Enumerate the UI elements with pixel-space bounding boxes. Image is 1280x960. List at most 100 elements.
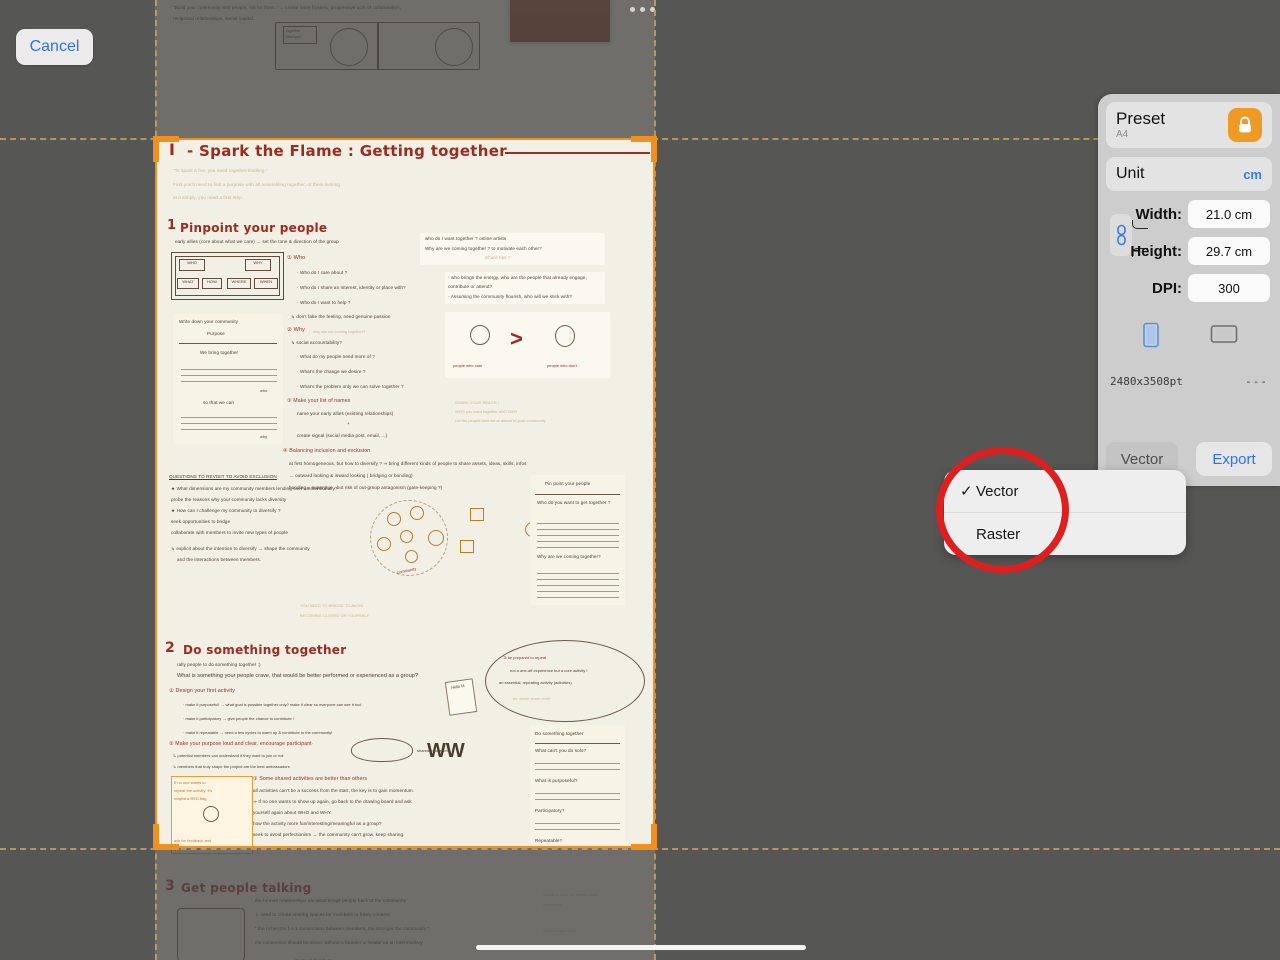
activity-card-q3: Participatory? [535, 808, 565, 813]
more-horizontal-icon[interactable] [630, 7, 655, 12]
doc-top-body-2: “Build your community with people, not f… [173, 5, 402, 10]
unit-value[interactable]: cm [1243, 167, 1262, 182]
section-1-lead: early allies (core about what we care) →… [175, 239, 339, 244]
export-button[interactable]: Export [1196, 442, 1272, 476]
section-3-step-title: Get people talking [181, 881, 312, 895]
portrait-orientation-icon[interactable] [1140, 322, 1162, 353]
lock-button[interactable] [1228, 108, 1262, 142]
section-3-step-number: 3 [165, 878, 176, 894]
pinpoint-card-lines-1 [537, 518, 619, 548]
purpose-tag-1: who [260, 388, 268, 393]
format-dropdown-menu[interactable]: ✓ Vector Raster [944, 470, 1186, 555]
where-cell: WHERE [227, 278, 251, 289]
q2-note: ↳ social accountability? [291, 340, 342, 345]
q3-plus: + [347, 421, 350, 426]
height-input[interactable]: 29.7 cm [1188, 237, 1270, 265]
bread-drawing [351, 738, 413, 762]
bubble-line-2: an essential, repeating activity (activi… [499, 680, 572, 685]
question-3: seek opportunities to bridge [171, 519, 231, 524]
q1-item-0: · Who do I care about ? [297, 270, 348, 275]
document-page[interactable]: Why build a community ? Community : a gr… [155, 0, 655, 960]
note-figure-icon [203, 806, 219, 822]
dropdown-item-raster-label: Raster [976, 525, 1021, 543]
section-2-lead-2: What is something your people crave, tha… [177, 673, 418, 679]
section-3-item-1: ↳ need to create sharing spaces for memb… [255, 912, 390, 917]
highlight-line-2: Let the people best serve attach to your… [455, 418, 546, 423]
ww-logo: WW [427, 740, 465, 762]
q2-item-2: · What's the problem only we can solve t… [297, 384, 404, 389]
section-2-a3-item-2: yourself again about WHO and WHY. [253, 810, 332, 815]
section-2-a1-item-2: · make it repeatable → need a few cycles… [183, 730, 333, 735]
section-3-faint-2: support each other [543, 928, 577, 933]
section-3-item-3: the connection should be direct, without… [255, 940, 423, 945]
q1-item-2: · Who do I want to help ? [297, 300, 351, 305]
q2-item-0: · What do my people need more of ? [297, 354, 375, 359]
dropdown-item-raster[interactable]: Raster [944, 513, 1186, 555]
pixel-size-text: 2480x3508pt [1110, 375, 1183, 388]
landscape-orientation-icon[interactable] [1210, 322, 1238, 353]
section-1-subtitle-1: “To spark a fire, you need together-kind… [173, 168, 268, 173]
unit-label: Unit [1116, 165, 1145, 182]
unit-row[interactable]: Unit cm [1106, 157, 1272, 191]
activity-card-lines-1 [535, 758, 620, 770]
outsider-node [470, 508, 484, 521]
section-2-a1-item-0: · make it purposeful! → what goal is pos… [183, 702, 362, 707]
side-card-mid-0: · who brings the energy, who are the peo… [448, 275, 587, 280]
section-1-step-number: 1 [167, 218, 177, 233]
preset-label: Preset [1116, 108, 1166, 128]
section-2-a3-head: ③ Some shared activities are better than… [253, 776, 368, 782]
section-1-subtitle-3: at it simply, you need a first step. [173, 195, 244, 200]
cancel-button[interactable]: Cancel [16, 29, 93, 65]
q4-line-1: at first homogeneous, but how to diversi… [289, 461, 527, 466]
pinpoint-card-rule [535, 494, 620, 495]
purpose-title-1: Write down your community [179, 319, 239, 324]
side-card-top-2: Share tips ? [485, 255, 511, 260]
questions-title: QUESTIONS TO REVISIT TO AVOID EXCLUSION [169, 474, 277, 479]
doodle-panel-divider [377, 22, 379, 70]
dpi-input[interactable]: 300 [1188, 274, 1270, 302]
width-input[interactable]: 21.0 cm [1188, 200, 1270, 228]
doodle-caption: Together Stronger! [285, 28, 302, 39]
purpose-l2: so that we can [203, 400, 235, 405]
pinpoint-card-title: Pin point your people [545, 481, 591, 486]
purpose-l1: We bring together [200, 350, 239, 355]
question-2: ★ How can I challenge my community to di… [171, 508, 281, 513]
home-indicator [476, 945, 806, 950]
member-node [400, 530, 413, 543]
activity-card-lines-2 [535, 788, 620, 800]
section-2-lead-1: rally people to do something together :) [177, 662, 261, 667]
question-0: ★ What dimensions are my community membe… [171, 486, 338, 491]
warning-note-2: BECOMING CLOSED OR YOURSELF [300, 613, 370, 618]
q3-head: ③ Make your list of names [287, 398, 351, 404]
orange-note-5: go back to what [174, 846, 203, 851]
q2-head-small: why are we coming together? [313, 329, 366, 334]
width-label: Width: [1135, 205, 1182, 223]
how-cell: HOW [202, 278, 222, 289]
export-screen: Why build a community ? Community : a gr… [0, 0, 1280, 960]
section-3-item-0: the formed relationships are what brings… [255, 898, 406, 903]
section-3-item-2: “ the richer the 1-t-1 connections betwe… [255, 926, 430, 931]
side-card-mid-1: contribute or attend? [448, 284, 493, 289]
preset-texts: Preset A4 [1116, 108, 1166, 140]
section-2-a3-item-4: seek to avoid perfectionism → the commun… [253, 832, 405, 837]
pot-drawing [177, 908, 245, 960]
activity-card-q1: What can't you do solo? [535, 748, 587, 753]
height-row: Height: 29.7 cm [1106, 237, 1272, 265]
activity-card-lines-3 [535, 818, 620, 830]
dpi-label: DPI: [1152, 279, 1182, 297]
size-info-row: 2480x3508pt --- [1106, 375, 1272, 388]
orange-note-1: If no one wants to [174, 780, 206, 785]
side-card-top-1: Why are we coming together ? to motivate… [425, 246, 542, 251]
what-cell: WHAT [177, 278, 199, 289]
orange-note-3: maybe a RED flag [174, 796, 207, 801]
highlight-line-1: WHO you want together AND WHY [455, 409, 518, 414]
dpi-row: DPI: 300 [1106, 274, 1272, 302]
section-2-a2-item-0: ↳ potential members can understand if th… [173, 753, 284, 758]
section-2-a3-item-1: ⇒ If no one wants to show up again, go b… [253, 799, 412, 804]
q2-item-1: · What's the change we desire ? [297, 369, 366, 374]
member-node [387, 512, 401, 526]
purpose-tag-2: why [260, 434, 268, 439]
preset-row[interactable]: Preset A4 [1106, 102, 1272, 148]
member-node [377, 537, 391, 551]
dropdown-item-vector[interactable]: ✓ Vector [944, 470, 1186, 512]
